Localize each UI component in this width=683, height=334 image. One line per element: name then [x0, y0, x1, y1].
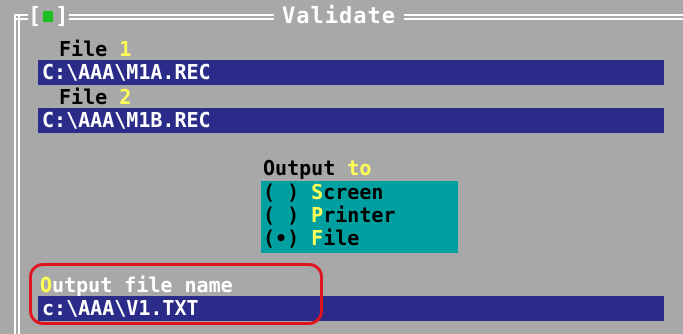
output-to-label-text: Output — [263, 156, 336, 180]
file1-label-text: File — [59, 37, 108, 61]
annotation-highlight — [29, 263, 323, 325]
file1-hotkey: 1 — [119, 37, 132, 61]
radio-file-mark: (•) — [263, 226, 300, 250]
file1-input[interactable]: C:\AAA\M1A.REC — [38, 60, 664, 85]
radio-printer[interactable]: ( ) Printer — [263, 204, 395, 226]
validate-dialog: [] Validate File 1 C:\AAA\M1A.REC File 2… — [0, 0, 683, 334]
output-to-label: Output to — [263, 156, 371, 180]
radio-printer-hotkey: P — [311, 203, 324, 227]
close-icon — [43, 11, 54, 22]
output-to-radio-group: ( ) Screen ( ) Printer (•) File — [261, 181, 458, 253]
file2-hotkey: 2 — [119, 85, 132, 109]
file2-label: File 2 — [59, 85, 131, 109]
file1-label: File 1 — [59, 37, 131, 61]
radio-screen-hotkey: S — [311, 180, 324, 204]
radio-printer-label: rinter — [323, 203, 396, 227]
radio-screen-label: creen — [323, 180, 384, 204]
file2-label-text: File — [59, 85, 108, 109]
radio-screen[interactable]: ( ) Screen — [263, 181, 383, 203]
radio-screen-mark: ( ) — [263, 180, 300, 204]
radio-file[interactable]: (•) File — [263, 227, 359, 249]
radio-file-label: ile — [323, 226, 360, 250]
dialog-title: Validate — [274, 4, 404, 29]
frame-left-border — [14, 14, 20, 334]
file2-input[interactable]: C:\AAA\M1B.REC — [38, 108, 664, 133]
output-to-hotkey: to — [347, 156, 372, 180]
close-button[interactable]: [] — [28, 4, 69, 29]
radio-file-hotkey: F — [311, 226, 324, 250]
radio-printer-mark: ( ) — [263, 203, 300, 227]
